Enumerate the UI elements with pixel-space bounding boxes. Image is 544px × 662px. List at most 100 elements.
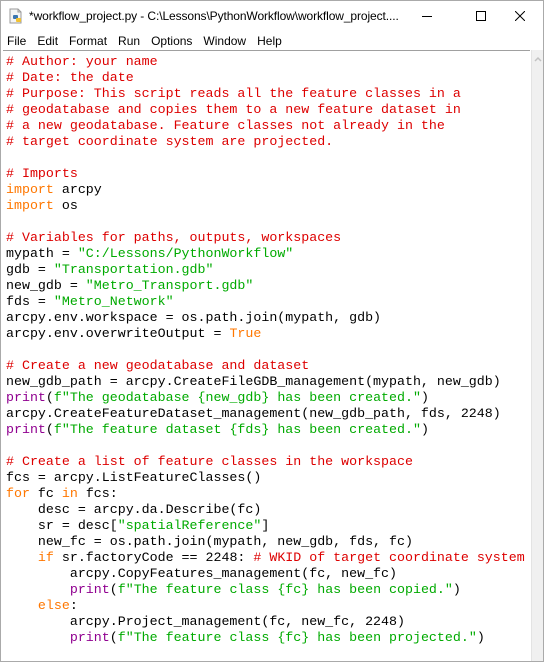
code-token-plain: ) [476,630,485,645]
code-token-plain: gdb = [6,262,54,277]
code-line: # a new geodatabase. Feature classes not… [6,118,525,134]
code-line: print(f"The feature class {fc} has been … [6,630,525,646]
code-token-plain: arcpy.Project_management(fc, new_fc, 224… [6,614,405,629]
code-token-comment: # Author: your name [6,54,158,69]
code-token-string: f"The feature class {fc} has been projec… [117,630,477,645]
code-token-plain: new_gdb_path = arcpy.CreateFileGDB_manag… [6,374,501,389]
python-file-icon [8,8,24,24]
code-token-string: "spatialReference" [117,518,262,533]
code-line: # Author: your name [6,54,525,70]
code-token-plain: mypath = [6,246,78,261]
code-token-string: "Metro_Network" [53,294,174,309]
title-bar[interactable]: *workflow_project.py - C:\Lessons\Python… [1,1,543,31]
code-token-plain: fcs = arcpy.ListFeatureClasses() [6,470,262,485]
code-line: sr = desc["spatialReference"] [6,518,525,534]
code-line: arcpy.env.overwriteOutput = True [6,326,525,342]
close-button[interactable] [497,1,543,31]
code-token-builtin: print [69,630,110,645]
code-token-plain: fds = [6,294,54,309]
code-token-builtin: print [6,390,46,405]
code-token-string: f"The feature class {fc} has been copied… [117,582,453,597]
code-line: arcpy.CreateFeatureDataset_management(ne… [6,406,525,422]
code-token-plain: os [53,198,78,213]
code-token-plain: ] [261,518,270,533]
code-line: # Create a list of feature classes in th… [6,454,525,470]
code-token-plain: : [69,598,78,613]
code-line: # geodatabase and copies them to a new f… [6,102,525,118]
vertical-scrollbar[interactable] [531,50,543,661]
code-token-keyword: else [37,598,70,613]
code-token-plain: ) [420,422,429,437]
code-line: print(f"The geodatabase {new_gdb} has be… [6,390,525,406]
code-line: # Imports [6,166,525,182]
code-line: new_gdb = "Metro_Transport.gdb" [6,278,525,294]
code-line: print(f"The feature dataset {fds} has be… [6,422,525,438]
code-token-plain: ) [420,390,429,405]
code-token-string: f"The geodatabase {new_gdb} has been cre… [53,390,421,405]
code-token-comment: # Purpose: This script reads all the fea… [6,86,461,101]
menu-file[interactable]: File [1,34,31,48]
code-token-plain: ( [109,582,118,597]
code-line: fcs = arcpy.ListFeatureClasses() [6,470,525,486]
code-text[interactable]: # Author: your name # Date: the date # Pur… [6,54,525,646]
code-line: desc = arcpy.da.Describe(fc) [6,502,525,518]
code-line: arcpy.env.workspace = os.path.join(mypat… [6,310,525,326]
menu-help[interactable]: Help [251,34,287,48]
code-line: import os [6,198,525,214]
code-line: gdb = "Transportation.gdb" [6,262,525,278]
close-icon [515,11,525,21]
code-token-comment: # target coordinate system are projected… [6,134,334,149]
code-token-keyword: for [6,486,30,501]
code-token-string: f"The feature dataset {fds} has been cre… [53,422,421,437]
code-token-builtin: print [6,422,46,437]
code-token-plain: desc = arcpy.da.Describe(fc) [6,502,262,517]
menu-edit[interactable]: Edit [31,34,63,48]
code-token-plain: ( [109,630,118,645]
code-line: # Create a new geodatabase and dataset [6,358,525,374]
code-line: # Date: the date [6,70,525,86]
menu-options[interactable]: Options [145,34,197,48]
minimize-button[interactable] [404,1,450,31]
code-token-string: "C:/Lessons/PythonWorkflow" [77,246,294,261]
code-token-keyword: if [37,550,54,565]
maximize-icon [476,11,486,21]
code-token-plain: arcpy.CopyFeatures_management(fc, new_fc… [6,566,397,581]
code-token-keyword: in [61,486,78,501]
code-token-plain: arcpy.CreateFeatureDataset_management(ne… [6,406,501,421]
code-line: # target coordinate system are projected… [6,134,525,150]
menu-window[interactable]: Window [197,34,251,48]
minimize-icon [422,16,432,17]
scroll-up-button[interactable] [532,56,543,66]
code-line: import arcpy [6,182,525,198]
menu-format[interactable]: Format [63,34,112,48]
code-line: new_gdb_path = arcpy.CreateFileGDB_manag… [6,374,525,390]
code-token-comment: # Imports [6,166,78,181]
code-token-plain: ( [45,422,54,437]
code-token-comment: # Create a list of feature classes in th… [6,454,413,469]
code-line: mypath = "C:/Lessons/PythonWorkflow" [6,246,525,262]
code-editor[interactable]: # Author: your name # Date: the date # Pur… [3,50,530,660]
code-token-comment: # a new geodatabase. Feature classes not… [6,118,445,133]
idle-editor-window: *workflow_project.py - C:\Lessons\Python… [0,0,544,662]
code-line: arcpy.Project_management(fc, new_fc, 224… [6,614,525,630]
code-token-plain: sr.factoryCode == 2248: [53,550,254,565]
menu-run[interactable]: Run [112,34,145,48]
code-token-plain: fcs: [77,486,118,501]
code-line: if sr.factoryCode == 2248: # WKID of tar… [6,550,525,566]
code-token-plain: arcpy.env.workspace = os.path.join(mypat… [6,310,382,325]
code-token-comment: # Variables for paths, outputs, workspac… [6,230,342,245]
code-token-plain: new_gdb = [6,278,86,293]
code-token-keyword: import [6,182,54,197]
code-token-keyword: True [229,326,262,341]
code-token-string: "Metro_Transport.gdb" [85,278,254,293]
code-token-comment: # Create a new geodatabase and dataset [6,358,310,373]
code-line: new_fc = os.path.join(mypath, new_gdb, f… [6,534,525,550]
code-line: else: [6,598,525,614]
code-token-comment: # Date: the date [6,70,134,85]
